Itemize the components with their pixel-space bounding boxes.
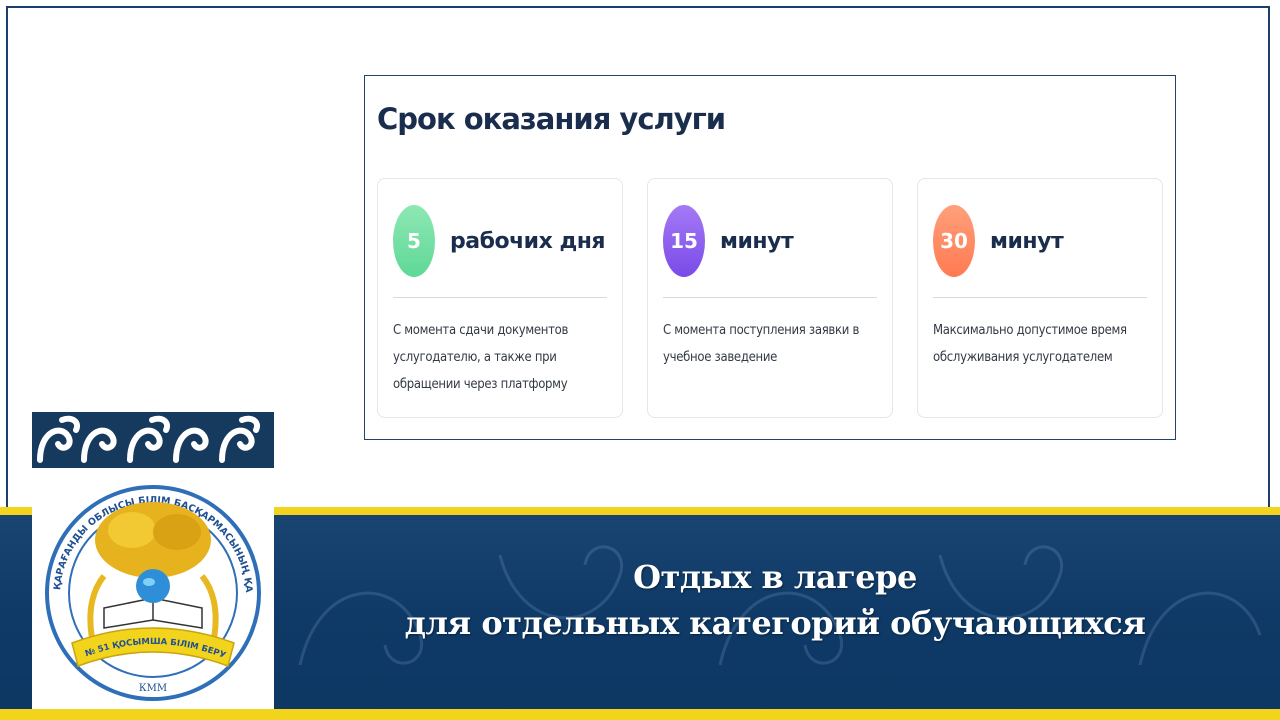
divider bbox=[663, 297, 877, 298]
service-duration-card: Срок оказания услуги 5 рабочих дня С мом… bbox=[364, 75, 1176, 440]
duration-unit: минут bbox=[720, 229, 794, 254]
banner-title-line2: для отдельных категорий обучающихся bbox=[404, 604, 1146, 642]
card-title: Срок оказания услуги bbox=[377, 102, 726, 136]
duration-description: С момента сдачи документов услугодателю,… bbox=[393, 323, 569, 392]
kazakh-ornament bbox=[32, 412, 274, 468]
duration-tile: 15 минут С момента поступления заявки в … bbox=[647, 178, 893, 418]
divider bbox=[933, 297, 1147, 298]
duration-unit: минут bbox=[990, 229, 1064, 254]
duration-description: Максимально допустимое время обслуживани… bbox=[933, 323, 1127, 365]
logo-bottom-text: КММ bbox=[139, 683, 167, 694]
duration-tile: 30 минут Максимально допустимое время об… bbox=[917, 178, 1163, 418]
duration-unit: рабочих дня bbox=[450, 229, 606, 254]
divider bbox=[393, 297, 607, 298]
duration-tile: 5 рабочих дня С момента сдачи документов… bbox=[377, 178, 623, 418]
number-badge: 5 bbox=[393, 205, 435, 277]
banner-title-line1: Отдых в лагере bbox=[633, 558, 917, 596]
number-badge: 30 bbox=[933, 205, 975, 277]
ornament-pattern-icon bbox=[37, 415, 260, 463]
school-logo: ҚАРАҒАНДЫ ОБЛЫСЫ БІЛІМ БАСҚАРМАСЫНЫҢ ҚАР… bbox=[27, 460, 274, 709]
banner-bottom-border bbox=[0, 709, 1280, 720]
school-emblem-icon: ҚАРАҒАНДЫ ОБЛЫСЫ БІЛІМ БАСҚАРМАСЫНЫҢ ҚАР… bbox=[27, 460, 261, 701]
duration-description: С момента поступления заявки в учебное з… bbox=[663, 323, 860, 365]
number-badge: 15 bbox=[663, 205, 705, 277]
